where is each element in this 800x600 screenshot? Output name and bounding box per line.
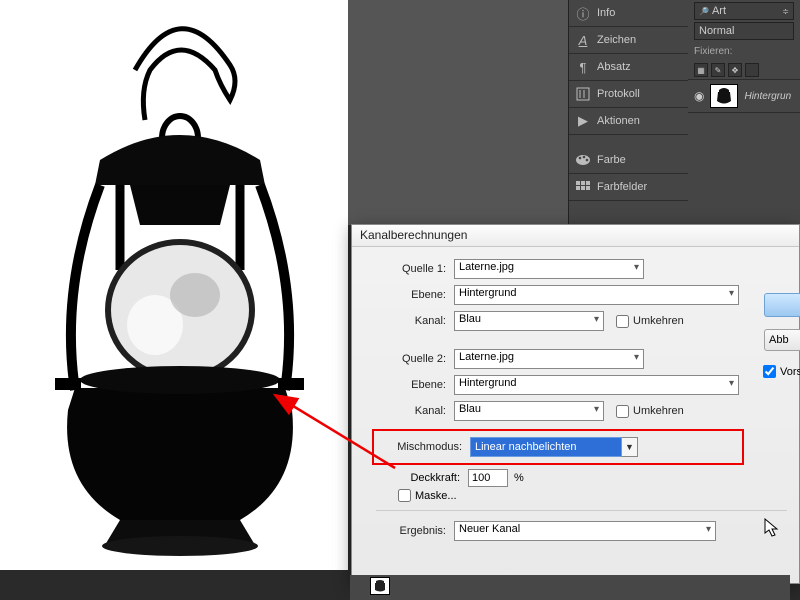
panel-tab-absatz[interactable]: ¶ Absatz (569, 54, 688, 81)
source2-label: Quelle 2: (376, 353, 446, 365)
layer-thumbnail[interactable] (710, 84, 738, 108)
swatches-icon (575, 179, 591, 195)
search-icon: 🔎 (699, 7, 709, 16)
calculations-dialog: Kanalberechnungen Quelle 1: Laterne.jpg … (351, 224, 800, 584)
opacity-input[interactable] (468, 469, 508, 487)
info-icon: ⓘ (575, 5, 591, 21)
color-icon (575, 152, 591, 168)
panel-tab-info[interactable]: ⓘ Info (569, 0, 688, 27)
ok-button[interactable] (764, 293, 800, 317)
layer-row-background[interactable]: ◉ Hintergrun (688, 79, 800, 113)
panel-tab-farbe[interactable]: Farbe (569, 147, 688, 174)
source1-invert-checkbox[interactable]: Umkehren (616, 315, 686, 328)
layer-name: Hintergrun (744, 91, 791, 102)
source2-file-select[interactable]: Laterne.jpg (454, 349, 644, 369)
panel-label: Protokoll (597, 88, 640, 100)
source1-label: Quelle 1: (376, 263, 446, 275)
preview-checkbox[interactable]: Vors (763, 365, 800, 378)
paragraph-icon: ¶ (575, 59, 591, 75)
lock-buttons: ▦ ✎ ✥ (688, 61, 800, 79)
panel-label: Farbe (597, 154, 626, 166)
blend-mode-dropdown[interactable]: Normal (694, 22, 794, 40)
blend-mode-select[interactable]: Linear nachbelichten (470, 437, 622, 457)
lock-move-icon[interactable]: ✥ (728, 63, 742, 77)
bottom-panel-strip (350, 575, 790, 600)
result-label: Ergebnis: (376, 525, 446, 537)
source1-ebene-label: Ebene: (376, 289, 446, 301)
mask-checkbox[interactable]: Maske... (398, 489, 482, 502)
panel-tabs: ⓘ Info A Zeichen ¶ Absatz Protokoll ▶ Ak… (568, 0, 688, 225)
lock-pixels-icon[interactable]: ▦ (694, 63, 708, 77)
lock-label: Fixieren: (688, 42, 800, 61)
canvas-pasteboard (348, 0, 568, 225)
document-canvas[interactable] (0, 0, 348, 570)
source1-layer-select[interactable]: Hintergrund (454, 285, 739, 305)
panel-label: Absatz (597, 61, 631, 73)
blend-mode-arrow[interactable]: ▼ (622, 437, 638, 457)
source2-layer-select[interactable]: Hintergrund (454, 375, 739, 395)
opacity-label: Deckkraft: (376, 472, 460, 484)
source1-file-select[interactable]: Laterne.jpg (454, 259, 644, 279)
source2-invert-checkbox[interactable]: Umkehren (616, 405, 686, 418)
history-icon (575, 86, 591, 102)
visibility-icon[interactable]: ◉ (694, 89, 704, 103)
panel-label: Info (597, 7, 615, 19)
percent-label: % (514, 472, 524, 484)
layers-panel: 🔎 Art ≑ Normal Fixieren: ▦ ✎ ✥ ◉ Hinterg… (688, 0, 800, 225)
panel-tab-aktionen[interactable]: ▶ Aktionen (569, 108, 688, 135)
panel-label: Farbfelder (597, 181, 647, 193)
result-select[interactable]: Neuer Kanal (454, 521, 716, 541)
panel-label: Aktionen (597, 115, 640, 127)
dialog-title: Kanalberechnungen (352, 225, 799, 247)
channel-thumbnail[interactable] (370, 577, 390, 595)
panel-tab-protokoll[interactable]: Protokoll (569, 81, 688, 108)
panel-tab-farbfelder[interactable]: Farbfelder (569, 174, 688, 201)
source1-kanal-label: Kanal: (376, 315, 446, 327)
lock-brush-icon[interactable]: ✎ (711, 63, 725, 77)
blend-mode-label: Mischmodus: (378, 441, 462, 453)
lantern-image (20, 10, 330, 565)
layers-filter-type[interactable]: 🔎 Art ≑ (694, 2, 794, 20)
source2-kanal-label: Kanal: (376, 405, 446, 417)
blend-mode-highlight: Mischmodus: Linear nachbelichten ▼ (372, 429, 744, 465)
panel-tab-zeichen[interactable]: A Zeichen (569, 27, 688, 54)
source1-channel-select[interactable]: Blau (454, 311, 604, 331)
source2-channel-select[interactable]: Blau (454, 401, 604, 421)
actions-icon: ▶ (575, 113, 591, 129)
cancel-button[interactable]: Abb (764, 329, 800, 351)
lock-all-icon[interactable] (745, 63, 759, 77)
source2-ebene-label: Ebene: (376, 379, 446, 391)
character-icon: A (575, 32, 591, 48)
panel-label: Zeichen (597, 34, 636, 46)
mouse-cursor-icon (764, 518, 780, 543)
